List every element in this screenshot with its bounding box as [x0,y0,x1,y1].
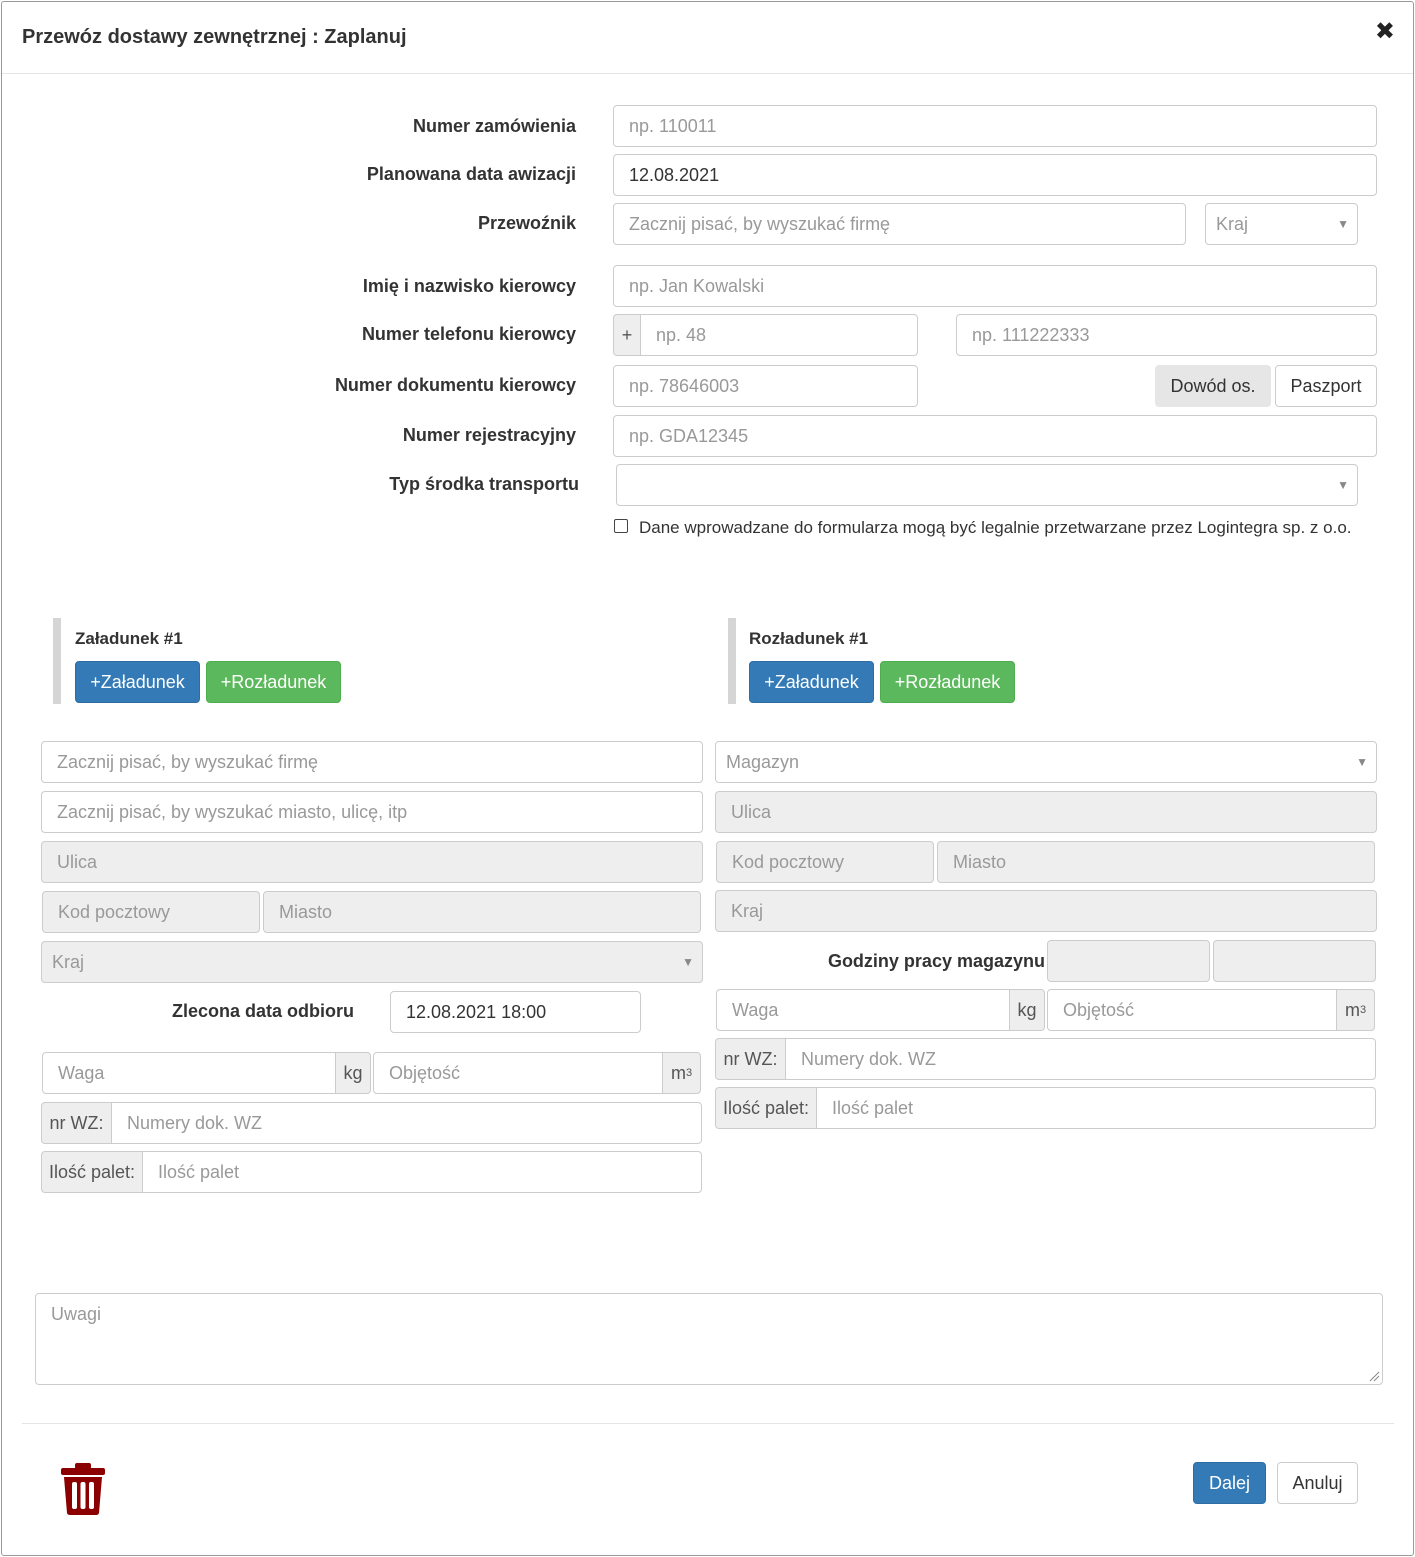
passport-button[interactable]: Paszport [1275,365,1377,407]
unloading-volume-input[interactable]: Objętość [1047,989,1337,1031]
unloading-postal-code-input[interactable]: Kod pocztowy [716,841,934,883]
chevron-down-icon: ▼ [682,955,694,969]
volume-unit-exponent: 3 [685,1067,693,1079]
resize-handle-icon[interactable] [1368,1370,1380,1382]
loading-postal-code-input[interactable]: Kod pocztowy [42,891,260,933]
modal-dialog: Przewóz dostawy zewnętrznej : Zaplanuj ✖… [1,1,1414,1556]
id-card-button[interactable]: Dowód os. [1155,365,1271,407]
loading-wz-input[interactable]: Numery dok. WZ [111,1102,702,1144]
pickup-date-label: Zlecona data odbioru [171,1001,354,1021]
loading-country-select[interactable]: Kraj ▼ [41,941,703,983]
volume-unit-exponent: 3 [1359,1004,1367,1016]
volume-unit-base: m [670,1062,686,1083]
unloading-country-input[interactable]: Kraj [715,890,1377,932]
unloading-pallets-input[interactable]: Ilość palet [816,1087,1376,1129]
driver-name-input[interactable]: np. Jan Kowalski [613,265,1377,307]
cancel-button[interactable]: Anuluj [1277,1462,1358,1504]
pickup-date-input[interactable]: 12.08.2021 18:00 [390,991,641,1033]
carrier-search-input[interactable]: Zacznij pisać, by wyszukać firmę [613,203,1186,245]
loading-address-search-input[interactable]: Zacznij pisać, by wyszukać miasto, ulicę… [41,791,703,833]
add-loading-button[interactable]: +Załadunek [749,661,874,703]
loading-pallets-input[interactable]: Ilość palet [142,1151,702,1193]
chevron-down-icon: ▼ [1337,217,1349,231]
planned-date-label: Planowana data awizacji [366,164,576,184]
transport-type-label: Typ środka transportu [389,474,579,494]
unloading-title: Rozładunek #1 [749,629,869,648]
consent-checkbox[interactable] [614,519,628,533]
modal-header: Przewóz dostawy zewnętrznej : Zaplanuj ✖ [2,2,1413,74]
add-loading-button[interactable]: +Załadunek [75,661,200,703]
loading-country-value: Kraj [52,951,85,972]
consent-text: Dane wprowadzane do formularza mogą być … [639,518,1352,537]
close-icon[interactable]: ✖ [1375,20,1395,44]
carrier-label: Przewoźnik [477,213,576,233]
driver-phone-label: Numer telefonu kierowcy [361,324,576,344]
unloading-weight-unit: kg [1009,989,1045,1031]
registration-label: Numer rejestracyjny [402,425,576,445]
chevron-down-icon: ▼ [1337,478,1349,492]
loading-volume-input[interactable]: Objętość [373,1052,663,1094]
unloading-volume-unit: m3 [1336,989,1375,1031]
unloading-city-input[interactable]: Miasto [937,841,1375,883]
unloading-section-bar [728,618,736,704]
loading-company-input[interactable]: Zacznij pisać, by wyszukać firmę [41,741,703,783]
driver-name-label: Imię i nazwisko kierowcy [362,276,576,296]
phone-code-input[interactable]: np. 48 [640,314,918,356]
warehouse-hours-label: Godziny pracy magazynu [827,951,1045,971]
phone-number-input[interactable]: np. 111222333 [956,314,1377,356]
notes-textarea[interactable]: Uwagi [35,1293,1383,1385]
loading-street-input[interactable]: Ulica [41,841,703,883]
registration-input[interactable]: np. GDA12345 [613,415,1377,457]
unloading-street-input[interactable]: Ulica [715,791,1377,833]
add-unloading-button[interactable]: +Rozładunek [880,661,1015,703]
order-number-input[interactable]: np. 110011 [613,105,1377,147]
loading-wz-addon: nr WZ: [41,1102,112,1144]
loading-title: Załadunek #1 [75,629,183,648]
loading-city-input[interactable]: Miasto [263,891,701,933]
unloading-weight-input[interactable]: Waga [716,989,1010,1031]
planned-date-input[interactable]: 12.08.2021 [613,154,1377,196]
loading-section-bar [53,618,61,704]
loading-volume-unit: m3 [662,1052,701,1094]
warehouse-hours-to[interactable] [1213,940,1376,982]
carrier-country-select[interactable]: Kraj ▼ [1205,203,1358,245]
warehouse-select[interactable]: Magazyn ▼ [715,741,1377,783]
trash-icon[interactable] [58,1462,108,1516]
phone-prefix-addon: + [613,314,641,356]
loading-pallets-addon: Ilość palet: [41,1151,143,1193]
add-unloading-button[interactable]: +Rozładunek [206,661,341,703]
unloading-wz-addon: nr WZ: [715,1038,786,1080]
modal-title: Przewóz dostawy zewnętrznej : Zaplanuj [22,26,407,48]
unloading-wz-input[interactable]: Numery dok. WZ [785,1038,1376,1080]
warehouse-value: Magazyn [726,751,800,772]
transport-type-select[interactable]: ▼ [616,464,1358,506]
driver-document-label: Numer dokumentu kierowcy [334,375,576,395]
order-number-label: Numer zamówienia [412,116,576,136]
warehouse-hours-from[interactable] [1047,940,1210,982]
volume-unit-base: m [1344,999,1360,1020]
chevron-down-icon: ▼ [1356,755,1368,769]
loading-weight-input[interactable]: Waga [42,1052,336,1094]
unloading-pallets-addon: Ilość palet: [715,1087,817,1129]
footer-divider [22,1423,1394,1424]
driver-document-input[interactable]: np. 78646003 [613,365,918,407]
carrier-country-value: Kraj [1216,213,1249,234]
loading-weight-unit: kg [335,1052,371,1094]
next-button[interactable]: Dalej [1193,1462,1266,1504]
